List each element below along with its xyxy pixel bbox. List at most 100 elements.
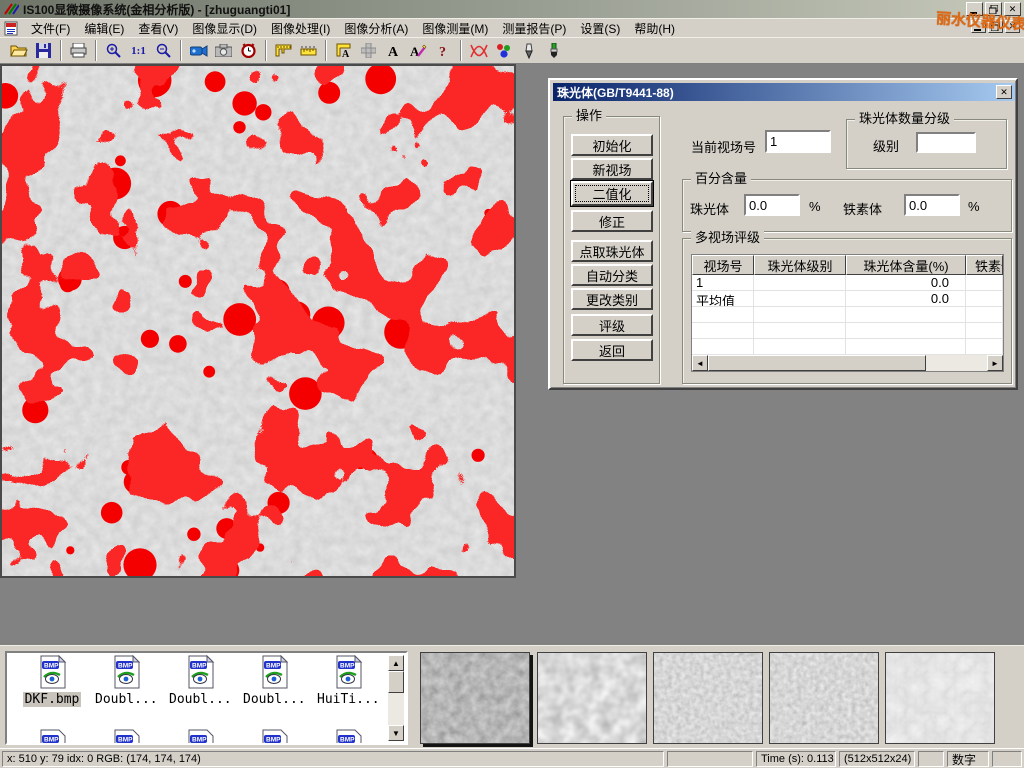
file-item[interactable]: BMP xyxy=(93,729,159,745)
thumbnail-5[interactable] xyxy=(885,652,995,744)
curve-tool-icon xyxy=(469,43,489,59)
file-item[interactable]: BMP xyxy=(19,729,85,745)
svg-text:BMP: BMP xyxy=(192,737,207,744)
scroll-left-icon[interactable]: ◄ xyxy=(692,355,708,371)
restore-button[interactable] xyxy=(985,2,1002,16)
table-row[interactable]: 平均值 0.0 xyxy=(692,291,1003,307)
svg-text:BMP: BMP xyxy=(44,663,59,670)
mdi-close-button[interactable]: ✕ xyxy=(1005,20,1020,33)
menu-help[interactable]: 帮助(H) xyxy=(627,18,682,39)
scroll-up-icon[interactable]: ▲ xyxy=(388,655,404,671)
table-row[interactable]: 1 0.0 xyxy=(692,275,1003,291)
file-name[interactable]: HuiTi... xyxy=(315,692,382,707)
file-name[interactable]: Doubl... xyxy=(241,692,308,707)
scroll-thumb[interactable] xyxy=(708,355,926,371)
thumbnail-3[interactable] xyxy=(653,652,763,744)
zoom-out-icon xyxy=(156,43,171,58)
document-icon[interactable] xyxy=(4,21,19,36)
menu-image-measure[interactable]: 图像测量(M) xyxy=(415,18,495,39)
rate-button[interactable]: 评级 xyxy=(571,314,653,336)
image-size-pane: (512x512x24) xyxy=(839,751,915,767)
file-item[interactable]: BMP Doubl... xyxy=(93,655,159,707)
menu-edit[interactable]: 编辑(E) xyxy=(77,18,131,39)
file-name[interactable]: Doubl... xyxy=(93,692,160,707)
col-ferrite: 铁素体 xyxy=(966,255,1003,275)
menu-file[interactable]: 文件(F) xyxy=(24,18,77,39)
thumbnail-4[interactable] xyxy=(769,652,879,744)
brush-tool-button[interactable] xyxy=(541,39,566,62)
binarize-button[interactable]: 二值化 xyxy=(571,181,653,206)
classify-button[interactable] xyxy=(491,39,516,62)
snapshot-button[interactable] xyxy=(211,39,236,62)
scroll-down-icon[interactable]: ▼ xyxy=(388,725,404,741)
thumbnail-1[interactable] xyxy=(420,652,530,744)
status-pane-empty xyxy=(992,751,1022,767)
ruler-button[interactable] xyxy=(296,39,321,62)
save-button[interactable] xyxy=(31,39,56,62)
timer-button[interactable] xyxy=(236,39,261,62)
file-item[interactable]: BMP HuiTi... xyxy=(315,655,381,707)
text-edit-button[interactable]: A xyxy=(406,39,431,62)
file-item[interactable]: BMP DKF.bmp xyxy=(19,655,85,707)
init-button[interactable]: 初始化 xyxy=(571,134,653,156)
ferrite-percent-input[interactable] xyxy=(904,194,960,216)
mdi-restore-button[interactable] xyxy=(988,20,1003,33)
dialog-close-button[interactable]: ✕ xyxy=(996,85,1012,99)
scroll-thumb[interactable] xyxy=(388,671,404,693)
print-button[interactable] xyxy=(66,39,91,62)
dialog-titlebar[interactable]: 珠光体(GB/T9441-88) ✕ xyxy=(553,83,1015,101)
svg-text:BMP: BMP xyxy=(266,663,281,670)
caliper-button[interactable] xyxy=(271,39,296,62)
current-field-input[interactable] xyxy=(765,130,831,153)
zoom-in-button[interactable] xyxy=(101,39,126,62)
file-item[interactable]: BMP xyxy=(241,729,307,745)
menu-view[interactable]: 查看(V) xyxy=(131,18,185,39)
svg-text:BMP: BMP xyxy=(192,663,207,670)
toolbar-separator xyxy=(265,40,267,61)
toolbar: 1:1 A A A ? xyxy=(0,37,1024,64)
close-button[interactable]: ✕ xyxy=(1004,2,1021,16)
print-icon xyxy=(70,43,87,58)
return-button[interactable]: 返回 xyxy=(571,339,653,361)
zoom-out-button[interactable] xyxy=(151,39,176,62)
pick-pearlite-button[interactable]: 点取珠光体 xyxy=(571,240,653,262)
video-capture-button[interactable] xyxy=(186,39,211,62)
file-name[interactable]: Doubl... xyxy=(167,692,234,707)
file-item[interactable]: BMP xyxy=(167,729,233,745)
menu-settings[interactable]: 设置(S) xyxy=(573,18,627,39)
text-button[interactable]: A xyxy=(381,39,406,62)
thumbnail-2[interactable] xyxy=(537,652,647,744)
help-button[interactable]: ? xyxy=(431,39,456,62)
level-input[interactable] xyxy=(916,132,976,153)
measure-label-button[interactable]: A xyxy=(331,39,356,62)
grid-tool-button[interactable] xyxy=(356,39,381,62)
ferrite-unit: % xyxy=(968,199,980,214)
scroll-right-icon[interactable]: ► xyxy=(987,355,1003,371)
file-name[interactable]: DKF.bmp xyxy=(23,692,82,707)
open-button[interactable] xyxy=(6,39,31,62)
correct-button[interactable]: 修正 xyxy=(571,210,653,232)
table-row-empty xyxy=(692,339,1003,355)
menu-image-display[interactable]: 图像显示(D) xyxy=(185,18,264,39)
actual-size-button[interactable]: 1:1 xyxy=(126,39,151,62)
menu-measure-report[interactable]: 测量报告(P) xyxy=(495,18,573,39)
change-class-button[interactable]: 更改类别 xyxy=(571,288,653,310)
auto-classify-button[interactable]: 自动分类 xyxy=(571,264,653,286)
open-folder-icon xyxy=(10,43,28,58)
toolbar-separator xyxy=(460,40,462,61)
micrograph-image[interactable] xyxy=(0,64,516,578)
pearlite-percent-input[interactable] xyxy=(744,194,800,216)
mdi-minimize-button[interactable] xyxy=(971,20,986,33)
menu-image-processing[interactable]: 图像处理(I) xyxy=(264,18,337,39)
table-hscrollbar[interactable]: ◄ ► xyxy=(692,355,1003,371)
minimize-button[interactable] xyxy=(966,2,983,16)
new-field-button[interactable]: 新视场 xyxy=(571,158,653,180)
file-item[interactable]: BMP Doubl... xyxy=(167,655,233,707)
menu-image-analysis[interactable]: 图像分析(A) xyxy=(337,18,415,39)
file-item[interactable]: BMP Doubl... xyxy=(241,655,307,707)
file-item[interactable]: BMP xyxy=(315,729,381,745)
curve-tool-button[interactable] xyxy=(466,39,491,62)
video-camera-icon xyxy=(190,45,208,57)
pen-tool-button[interactable] xyxy=(516,39,541,62)
filelist-vscrollbar[interactable]: ▲ ▼ xyxy=(388,655,404,741)
